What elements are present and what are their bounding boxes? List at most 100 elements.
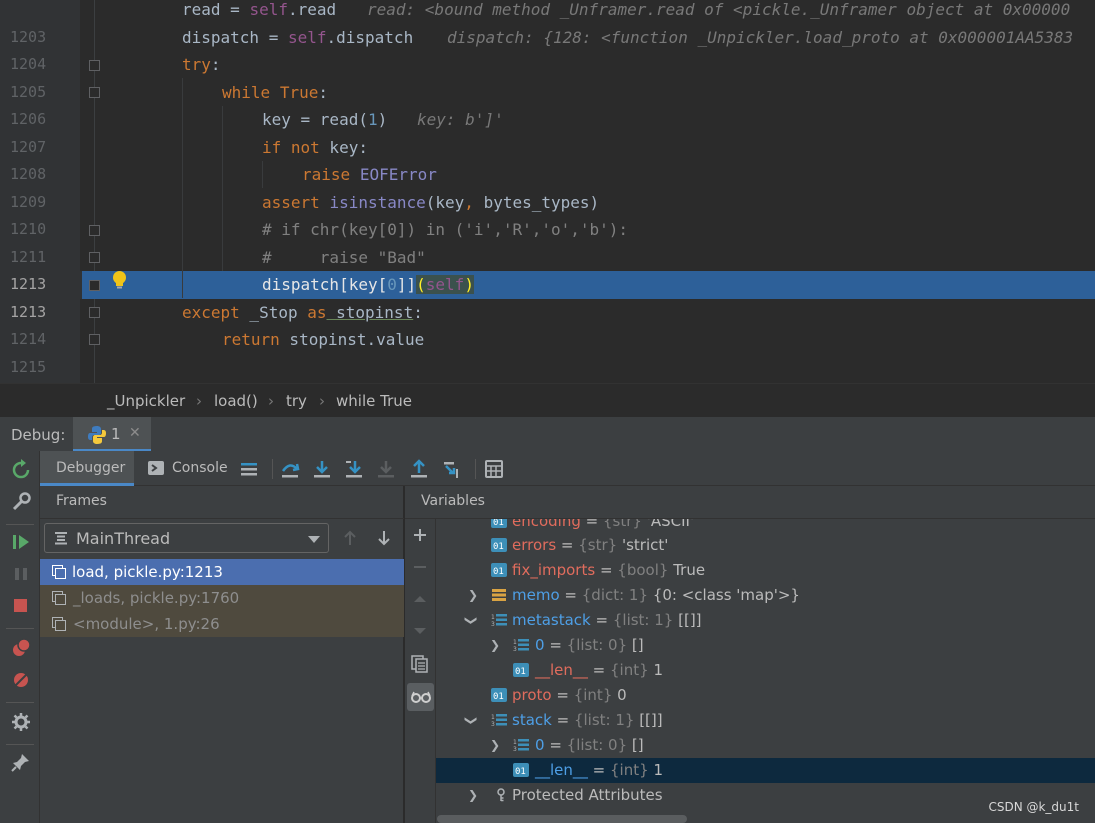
fold-marker-icon[interactable] (89, 280, 100, 291)
arrow-down-icon[interactable] (376, 529, 392, 547)
move-down-icon[interactable] (412, 623, 428, 639)
show-watches-toggle[interactable] (407, 683, 434, 711)
code-line[interactable]: 1214 except _Stop as stopinst: (0, 299, 1095, 349)
code-keyword: as (307, 302, 327, 322)
fold-marker-icon[interactable] (89, 60, 100, 71)
variable-row[interactable]: ❯ 13 stack = {list: 1} [[]] (436, 708, 1095, 733)
frame-item[interactable]: <module>, 1.py:26 (40, 611, 404, 637)
fold-marker-icon[interactable] (89, 225, 100, 236)
breadcrumb-item[interactable]: try (286, 392, 307, 410)
dict-icon (492, 589, 506, 601)
variable-row-selected[interactable]: 01 __len__ = {int} 1 (436, 758, 1095, 783)
code-line[interactable]: 1211 # if chr(key[0]) in ('i','R','o','b… (0, 216, 1095, 266)
code-line[interactable]: 1208 if not key: (0, 134, 1095, 184)
pause-icon[interactable] (10, 563, 32, 585)
variable-row[interactable]: ❯ 13 metastack = {list: 1} [[]] (436, 608, 1095, 633)
variable-row[interactable]: 01 errors = {str} 'strict' (436, 533, 1095, 558)
copy-icon[interactable] (411, 655, 429, 673)
variable-type: {dict: 1} (581, 586, 649, 604)
move-up-icon[interactable] (412, 591, 428, 607)
variable-row[interactable]: 01 encoding = {str} 'ASCII' (436, 519, 1095, 534)
code-number: 0 (387, 275, 397, 294)
code-line[interactable]: 1206 while True: (0, 79, 1095, 129)
line-number-current: 1213 (10, 275, 47, 293)
current-execution-line[interactable]: 1213 dispatch[key[0]](self) (10, 271, 1095, 321)
code-line[interactable]: 1205 try: (0, 51, 1095, 101)
fold-marker-icon[interactable] (89, 252, 100, 263)
fold-marker-icon[interactable] (89, 307, 100, 318)
thread-selector[interactable]: MainThread (44, 523, 329, 553)
indent-guide (222, 106, 223, 271)
code-line[interactable]: 1215 return stopinst.value (0, 326, 1095, 376)
variable-value: [[]] (678, 611, 702, 629)
arrow-up-icon[interactable] (342, 529, 358, 547)
add-watch-icon[interactable] (412, 527, 428, 543)
code-text: , (464, 192, 474, 212)
fold-marker-icon[interactable] (89, 87, 100, 98)
step-into-my-code-icon[interactable] (344, 459, 364, 479)
tab-console[interactable]: Console (140, 451, 230, 486)
step-over-icon[interactable] (280, 459, 300, 479)
console-icon (148, 461, 164, 475)
code-text: read = (182, 0, 250, 19)
code-editor[interactable]: 1203 read = self.read read: <bound metho… (0, 0, 1095, 383)
code-line[interactable]: 1210 assert isinstance(key, bytes_types) (0, 189, 1095, 239)
force-step-into-icon[interactable] (376, 459, 396, 479)
list-icon: 13 (513, 639, 529, 652)
gear-icon[interactable] (10, 711, 32, 733)
horizontal-scrollbar[interactable] (437, 815, 687, 823)
code-line[interactable]: 1207 key = read(1) key: b']' (0, 106, 1095, 156)
variable-eq: = (590, 611, 613, 629)
show-execution-point-icon[interactable] (239, 459, 259, 479)
variable-type: {list: 0} (566, 636, 628, 654)
resume-icon[interactable] (10, 531, 32, 553)
fold-marker-icon[interactable] (89, 334, 100, 345)
step-into-icon[interactable] (312, 459, 332, 479)
code-line[interactable]: 1209 raise EOFError (0, 161, 1095, 211)
frame-item[interactable]: _loads, pickle.py:1760 (40, 585, 404, 611)
pin-icon[interactable] (10, 751, 32, 773)
svg-text:01: 01 (493, 567, 504, 577)
code-line[interactable]: 1212 # raise "Bad" (0, 244, 1095, 294)
close-icon[interactable]: ✕ (129, 425, 141, 441)
chevron-right-icon[interactable]: ❯ (468, 583, 478, 608)
variable-row[interactable]: 01 __len__ = {int} 1 (436, 658, 1095, 683)
remove-watch-icon[interactable] (412, 559, 428, 575)
chevron-down-icon[interactable]: ❯ (459, 616, 484, 626)
variable-row[interactable]: ❯ 13 0 = {list: 0} [] (436, 733, 1095, 758)
frame-item[interactable]: load, pickle.py:1213 (40, 559, 404, 585)
code-line[interactable]: 1204 dispatch = self.dispatch dispatch: … (0, 24, 1095, 74)
debug-session-tab[interactable]: 1 ✕ (73, 417, 151, 452)
tab-label: Debugger (56, 460, 126, 476)
run-to-cursor-icon[interactable] (442, 459, 462, 479)
chevron-right-icon[interactable]: ❯ (490, 733, 500, 758)
variable-row[interactable]: 01 proto = {int} 0 (436, 683, 1095, 708)
tab-debugger[interactable]: Debugger (40, 451, 134, 486)
variable-value: [] (631, 736, 644, 754)
lightbulb-icon[interactable] (111, 270, 128, 290)
chevron-right-icon[interactable]: ❯ (468, 783, 478, 808)
breadcrumb-item[interactable]: load() (214, 392, 258, 410)
variables-title: Variables (421, 493, 485, 509)
variable-row[interactable]: 01 fix_imports = {bool} True (436, 558, 1095, 583)
breadcrumb-item[interactable]: while True (336, 392, 412, 410)
step-out-icon[interactable] (409, 459, 429, 479)
breadcrumb-item[interactable]: _Unpickler (107, 392, 185, 410)
variables-title-bar: Variables (405, 486, 1095, 519)
frames-panel: Frames MainThread load, pickle.py:1213 _… (40, 486, 404, 823)
rerun-icon[interactable] (10, 459, 32, 481)
list-icon: 13 (491, 614, 507, 627)
wrench-icon[interactable] (10, 491, 32, 513)
chevron-right-icon[interactable]: ❯ (490, 633, 500, 658)
evaluate-expression-icon[interactable] (484, 459, 504, 479)
variables-tree[interactable]: 01 encoding = {str} 'ASCII' 01 errors = … (436, 519, 1095, 823)
code-number: 1 (367, 110, 378, 129)
stop-icon[interactable] (10, 595, 32, 617)
code-line[interactable]: 1216 (0, 354, 1095, 382)
mute-breakpoints-icon[interactable] (10, 669, 32, 691)
variable-row[interactable]: ❯ memo = {dict: 1} {0: <class 'map'>} (436, 583, 1095, 608)
variable-row[interactable]: ❯ 13 0 = {list: 0} [] (436, 633, 1095, 658)
code-line[interactable]: 1203 read = self.read read: <bound metho… (0, 0, 1095, 46)
view-breakpoints-icon[interactable] (10, 637, 32, 659)
chevron-down-icon[interactable]: ❯ (459, 716, 484, 726)
